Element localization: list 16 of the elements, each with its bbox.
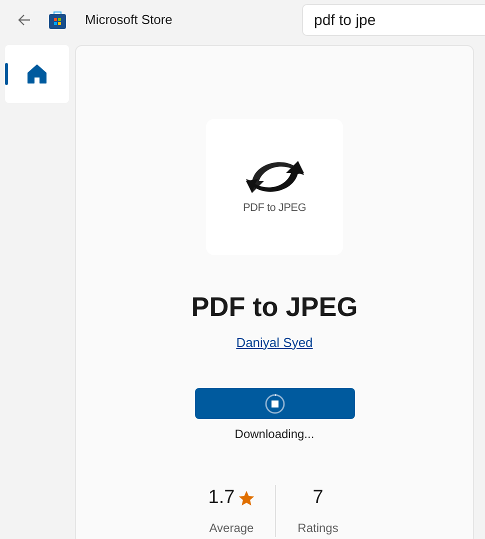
home-icon [27, 64, 47, 84]
stat-label: Ratings [298, 520, 338, 537]
window-title: Microsoft Store [85, 11, 172, 30]
rating-value: 1.7 [208, 486, 235, 510]
back-icon[interactable] [18, 14, 31, 26]
stop-download-button[interactable] [194, 388, 354, 419]
app-title: PDF to JPEG [191, 291, 358, 324]
publisher-link[interactable]: Daniyal Syed [236, 332, 313, 352]
app-icon-caption: PDF to JPEG [243, 201, 306, 216]
star-icon [238, 490, 255, 506]
rating-count: 7 [312, 486, 324, 510]
stat-label: Average [209, 520, 254, 537]
download-status: Downloading... [234, 426, 314, 443]
search-field[interactable]: pdf to jpe [302, 4, 485, 36]
store-logo-icon [49, 11, 66, 29]
selection-indicator [5, 63, 8, 85]
